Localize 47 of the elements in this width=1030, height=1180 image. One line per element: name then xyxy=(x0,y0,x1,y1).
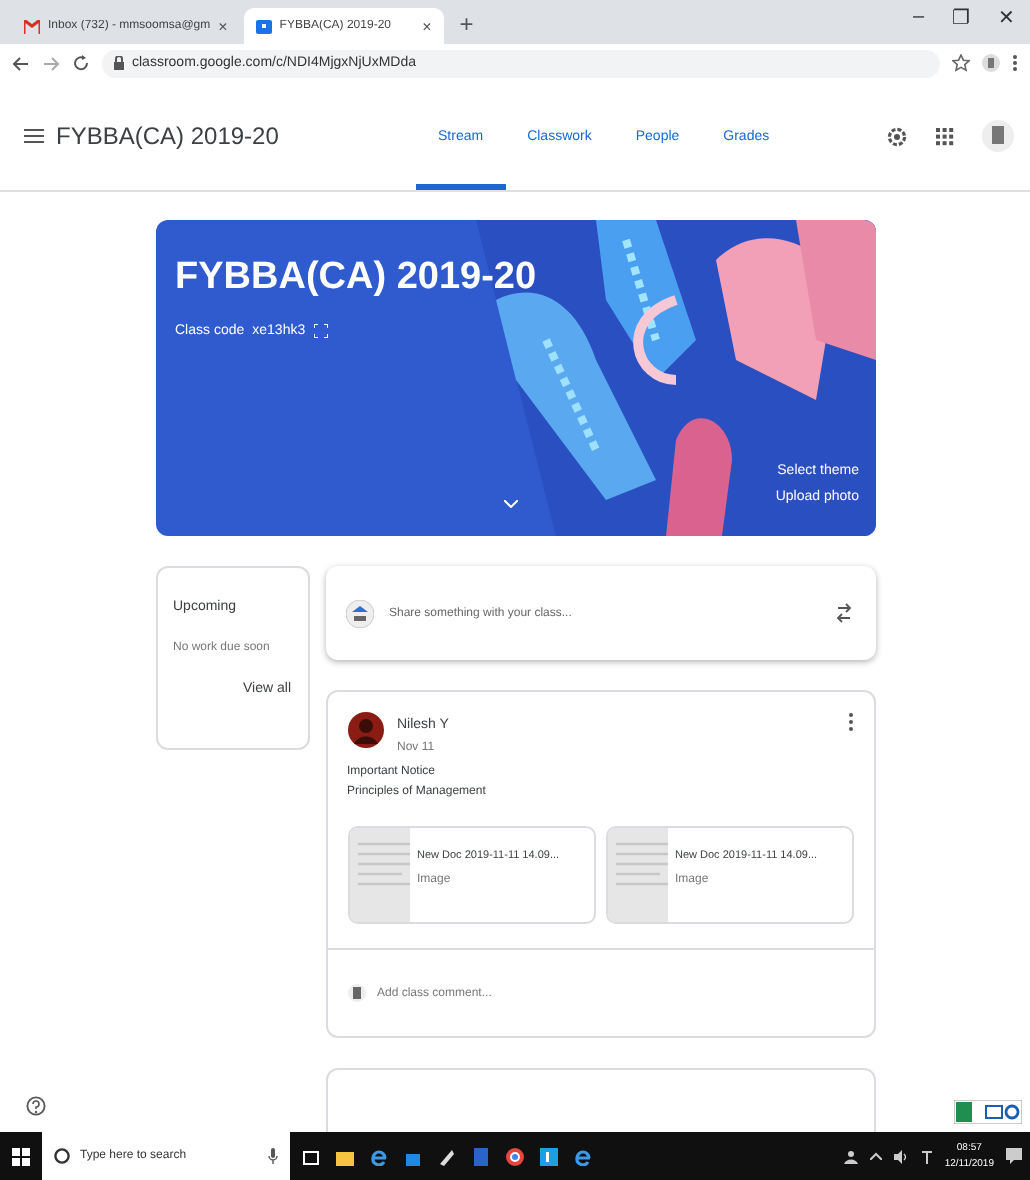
star-icon[interactable] xyxy=(952,54,970,72)
edge-browser-icon[interactable] xyxy=(574,1147,592,1165)
help-icon[interactable] xyxy=(26,1096,46,1116)
input-method-toolbar-icon[interactable] xyxy=(954,1100,1022,1124)
mail-icon xyxy=(24,19,40,33)
avatar-icon xyxy=(347,712,383,748)
profile-icon[interactable] xyxy=(982,120,1014,152)
folder-icon[interactable] xyxy=(336,1147,354,1165)
menu-icon[interactable] xyxy=(24,128,44,144)
chevron-up-icon[interactable] xyxy=(870,1152,883,1160)
settings-icon[interactable] xyxy=(886,125,908,147)
more-options-icon[interactable] xyxy=(847,712,853,732)
fullscreen-icon[interactable] xyxy=(313,324,328,338)
chevron-down-icon[interactable] xyxy=(503,500,517,508)
banner-title: FYBBA(CA) 2019-20 xyxy=(175,256,537,300)
document-app-icon[interactable] xyxy=(472,1147,490,1165)
classroom-icon xyxy=(255,19,272,33)
window-control-button[interactable]: ❐ xyxy=(952,5,970,29)
class-logo-icon xyxy=(345,599,373,627)
class-title: FYBBA(CA) 2019-20 xyxy=(56,122,281,150)
window-control-button[interactable]: ✕ xyxy=(998,5,1014,29)
reload-icon[interactable] xyxy=(72,54,90,72)
window-control-button[interactable]: – xyxy=(912,5,924,29)
tool-icon[interactable] xyxy=(438,1147,456,1165)
launcher-app-icon[interactable] xyxy=(540,1147,558,1165)
speaker-icon[interactable] xyxy=(894,1149,911,1163)
edge-browser-icon[interactable] xyxy=(370,1147,388,1165)
class-logo-icon xyxy=(347,984,365,1002)
menu-icon[interactable] xyxy=(1012,54,1018,72)
chrome-icon[interactable] xyxy=(506,1147,524,1165)
keyboard-language-icon[interactable] xyxy=(922,1149,933,1163)
microphone-icon[interactable] xyxy=(268,1148,278,1164)
document-thumbnail xyxy=(349,828,409,922)
tab-close-button[interactable]: × xyxy=(218,17,228,35)
windows-start-icon[interactable] xyxy=(12,1147,30,1165)
cortana-circle-icon xyxy=(54,1148,70,1164)
new-tab-button[interactable]: + xyxy=(447,10,486,44)
repost-arrows-icon[interactable] xyxy=(835,602,851,624)
notifications-icon[interactable] xyxy=(1006,1148,1022,1164)
document-thumbnail xyxy=(607,828,667,922)
people-icon[interactable] xyxy=(844,1149,859,1163)
tab-close-button[interactable]: × xyxy=(422,17,432,35)
apps-grid-icon[interactable] xyxy=(936,127,954,145)
lock-icon xyxy=(114,56,124,70)
back-icon[interactable] xyxy=(12,55,30,71)
profile-icon[interactable] xyxy=(982,54,1000,72)
task-view-icon[interactable] xyxy=(302,1147,320,1165)
